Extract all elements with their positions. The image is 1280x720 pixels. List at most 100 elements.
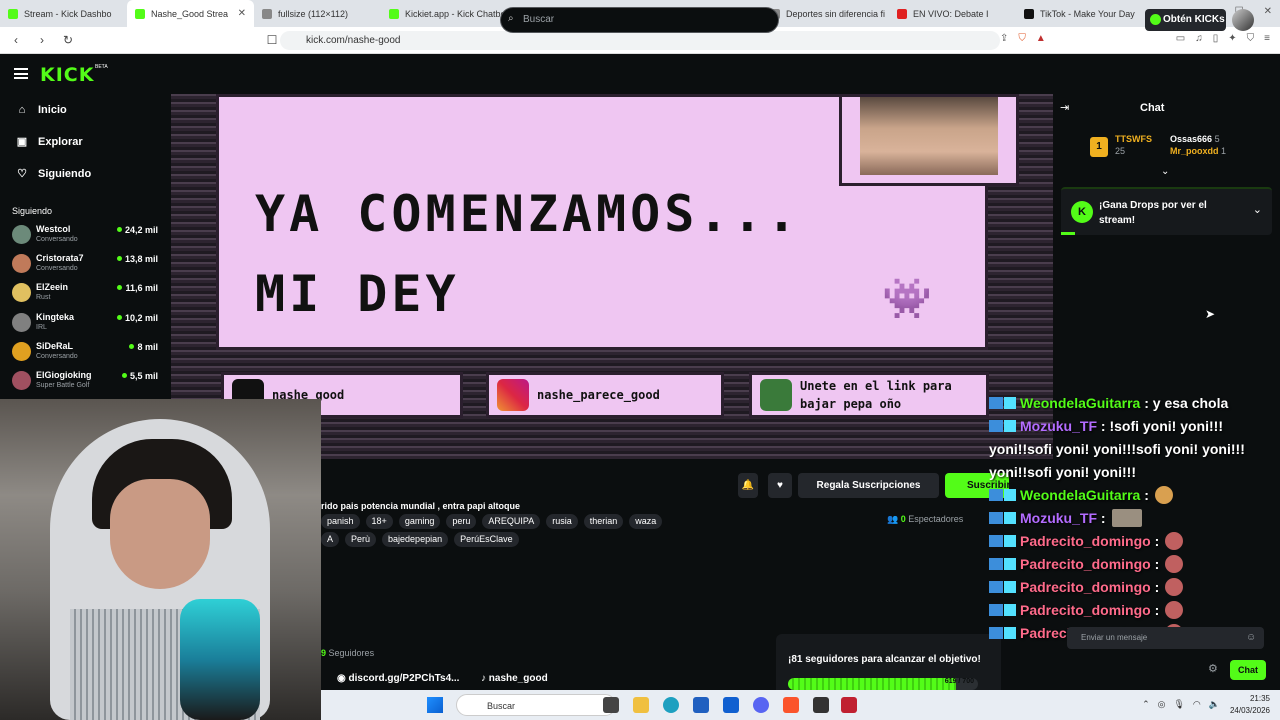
chat-username[interactable]: WeondelaGuitarra xyxy=(1020,395,1140,411)
browser-tab[interactable]: TikTok - Make Your Day xyxy=(1016,0,1143,27)
stream-tag[interactable]: gaming xyxy=(398,514,441,529)
browser-tab[interactable]: fullsize (112×112) xyxy=(254,0,381,27)
outlook-icon[interactable] xyxy=(723,697,739,713)
bookmark-icon[interactable]: ☐ xyxy=(262,33,282,47)
browser-tab[interactable]: Stream - Kick Dashbo xyxy=(0,0,127,27)
stream-tag[interactable]: Perù xyxy=(345,532,377,547)
stream-tag[interactable]: 18+ xyxy=(365,514,393,529)
discord-icon[interactable] xyxy=(753,697,769,713)
chat-username[interactable]: Padrecito_domingo xyxy=(1020,579,1151,595)
reader-icon[interactable]: ▭ xyxy=(1176,33,1185,44)
emoji-icon[interactable]: ☺ xyxy=(1246,632,1256,643)
menu-icon[interactable]: ≡ xyxy=(1264,33,1270,44)
chat-username[interactable]: Padrecito_domingo xyxy=(1020,602,1151,618)
rewards-icon[interactable]: ▲ xyxy=(1036,33,1046,44)
subscriber-badge-icon xyxy=(1004,627,1016,639)
brave-shield-icon[interactable]: ⛉ xyxy=(1018,33,1026,44)
chevron-up-icon[interactable]: ⌃ xyxy=(1142,699,1150,710)
following-channel[interactable]: Cristorata7 Conversando 13,8 mil xyxy=(12,251,162,277)
stream-tag[interactable]: therian xyxy=(583,514,624,529)
discord-link[interactable]: ◉ discord.gg/P2PChTs4... xyxy=(337,673,459,684)
menu-hamburger-icon[interactable] xyxy=(14,68,28,79)
network-icon[interactable]: ◎ xyxy=(1158,699,1166,710)
tab-favicon-icon xyxy=(897,8,907,19)
chat-username[interactable]: Padrecito_domingo xyxy=(1020,533,1151,549)
tiktok-link[interactable]: ♪ nashe_good xyxy=(481,673,548,684)
reload-icon[interactable]: ↻ xyxy=(58,33,78,47)
gift-subs-button[interactable]: Regala Suscripciones xyxy=(798,473,939,498)
stream-tag[interactable]: A xyxy=(321,532,340,547)
expand-leaderboard-icon[interactable]: ⌄ xyxy=(1161,166,1169,177)
verified-badge-icon xyxy=(989,489,1003,501)
extensions-icon[interactable]: ✦ xyxy=(1228,33,1236,44)
sidebar-item-inicio[interactable]: ⌂ Inicio xyxy=(16,104,67,116)
volume-icon[interactable]: 🔈 xyxy=(1209,699,1220,710)
stream-tag[interactable]: panish xyxy=(321,514,360,529)
channel-name: ElGiogioking xyxy=(36,370,92,380)
chevron-down-icon[interactable]: ⌄ xyxy=(1253,203,1262,216)
browse-icon: ▣ xyxy=(16,136,28,148)
following-channel[interactable]: SiDeRaL Conversando 8 mil xyxy=(12,339,162,365)
taskbar-search[interactable]: Buscar xyxy=(456,694,616,716)
chat-username[interactable]: Mozuku_TF xyxy=(1020,510,1097,526)
browser-tab[interactable]: Nashe_Good Strea ✕ xyxy=(127,0,254,27)
stream-tag[interactable]: waza xyxy=(629,514,663,529)
url-field[interactable]: kick.com/nashe-good xyxy=(280,31,1000,50)
subscriber-badge-icon xyxy=(1004,558,1016,570)
brave-icon[interactable] xyxy=(783,697,799,713)
close-tab-icon[interactable]: ✕ xyxy=(238,8,246,19)
browser-tab[interactable]: Kickiet.app - Kick Chatbo xyxy=(381,0,508,27)
send-chat-button[interactable]: Chat xyxy=(1230,660,1266,680)
vpn-icon[interactable]: ⛉ xyxy=(1247,33,1255,44)
wifi-icon[interactable]: ◠ xyxy=(1193,699,1201,710)
chat-username[interactable]: Padrecito_domingo xyxy=(1020,556,1151,572)
chat-input[interactable]: Enviar un mensaje xyxy=(1067,627,1264,649)
mic-icon[interactable]: 🎙 xyxy=(1173,699,1184,710)
app-icon[interactable] xyxy=(841,697,857,713)
collapse-chat-icon[interactable]: ⇥ xyxy=(1060,101,1069,114)
sidebar-item-label: Explorar xyxy=(38,136,83,148)
chat-text: : xyxy=(1154,533,1160,549)
clock[interactable]: 21:35 24/03/2026 xyxy=(1230,693,1270,717)
leaderboard-third-name: Mr_pooxdd xyxy=(1170,146,1219,156)
channel-category: Conversando xyxy=(36,265,78,273)
discord-link-label: discord.gg/P2PChTs4... xyxy=(348,673,460,684)
store-icon[interactable] xyxy=(693,697,709,713)
channel-category: IRL xyxy=(36,323,47,331)
following-channel[interactable]: ElGiogioking Super Battle Golf 5,5 mil xyxy=(12,368,162,394)
following-channel[interactable]: Westcol Conversando 24,2 mil xyxy=(12,222,162,248)
following-channel[interactable]: ElZeein Rust 11,6 mil xyxy=(12,280,162,306)
follow-heart-icon[interactable]: ♥ xyxy=(768,473,792,498)
drops-banner[interactable]: K ¡Gana Drops por ver el stream! ⌄ xyxy=(1061,187,1272,235)
user-avatar[interactable] xyxy=(1232,9,1254,31)
windows-start-icon[interactable] xyxy=(427,697,443,713)
forward-icon[interactable]: › xyxy=(32,33,52,47)
notifications-bell-icon[interactable]: 🔔 xyxy=(738,473,758,498)
sidebar-item-explorar[interactable]: ▣ Explorar xyxy=(16,136,83,148)
task-view-icon[interactable] xyxy=(603,697,619,713)
browser-tab[interactable]: Deportes sin diferencia fi xyxy=(762,0,889,27)
edge-icon[interactable] xyxy=(663,697,679,713)
share-icon[interactable]: ⇪ xyxy=(1000,33,1008,44)
leaderboard-first-count: 25 xyxy=(1115,146,1126,156)
file-explorer-icon[interactable] xyxy=(633,697,649,713)
overlay-webcam-frame xyxy=(839,94,1019,186)
gear-icon[interactable]: ⚙ xyxy=(1208,662,1218,675)
chat-username[interactable]: WeondelaGuitarra xyxy=(1020,487,1140,503)
stream-tag[interactable]: PerúEsClave xyxy=(454,532,519,547)
close-window-icon[interactable]: ✕ xyxy=(1264,6,1272,17)
search-input[interactable]: Buscar xyxy=(500,7,779,33)
kick-logo[interactable]: KICK xyxy=(40,64,94,86)
sidebar-icon[interactable]: ▯ xyxy=(1213,33,1219,44)
back-icon[interactable]: ‹ xyxy=(6,33,26,47)
chat-username[interactable]: Mozuku_TF xyxy=(1020,418,1097,434)
stream-tag[interactable]: bajedepepian xyxy=(382,532,449,547)
stream-tag[interactable]: rusia xyxy=(546,514,578,529)
obs-icon[interactable] xyxy=(813,697,829,713)
stream-tag[interactable]: peru xyxy=(446,514,477,529)
stream-tag[interactable]: AREQUIPA xyxy=(482,514,541,529)
following-channel[interactable]: Kingteka IRL 10,2 mil xyxy=(12,310,162,336)
music-icon[interactable]: ♫ xyxy=(1195,33,1203,44)
browser-tab[interactable]: EN VIVO: Debate I xyxy=(889,0,1016,27)
sidebar-item-siguiendo[interactable]: ♡ Siguiendo xyxy=(16,168,91,180)
